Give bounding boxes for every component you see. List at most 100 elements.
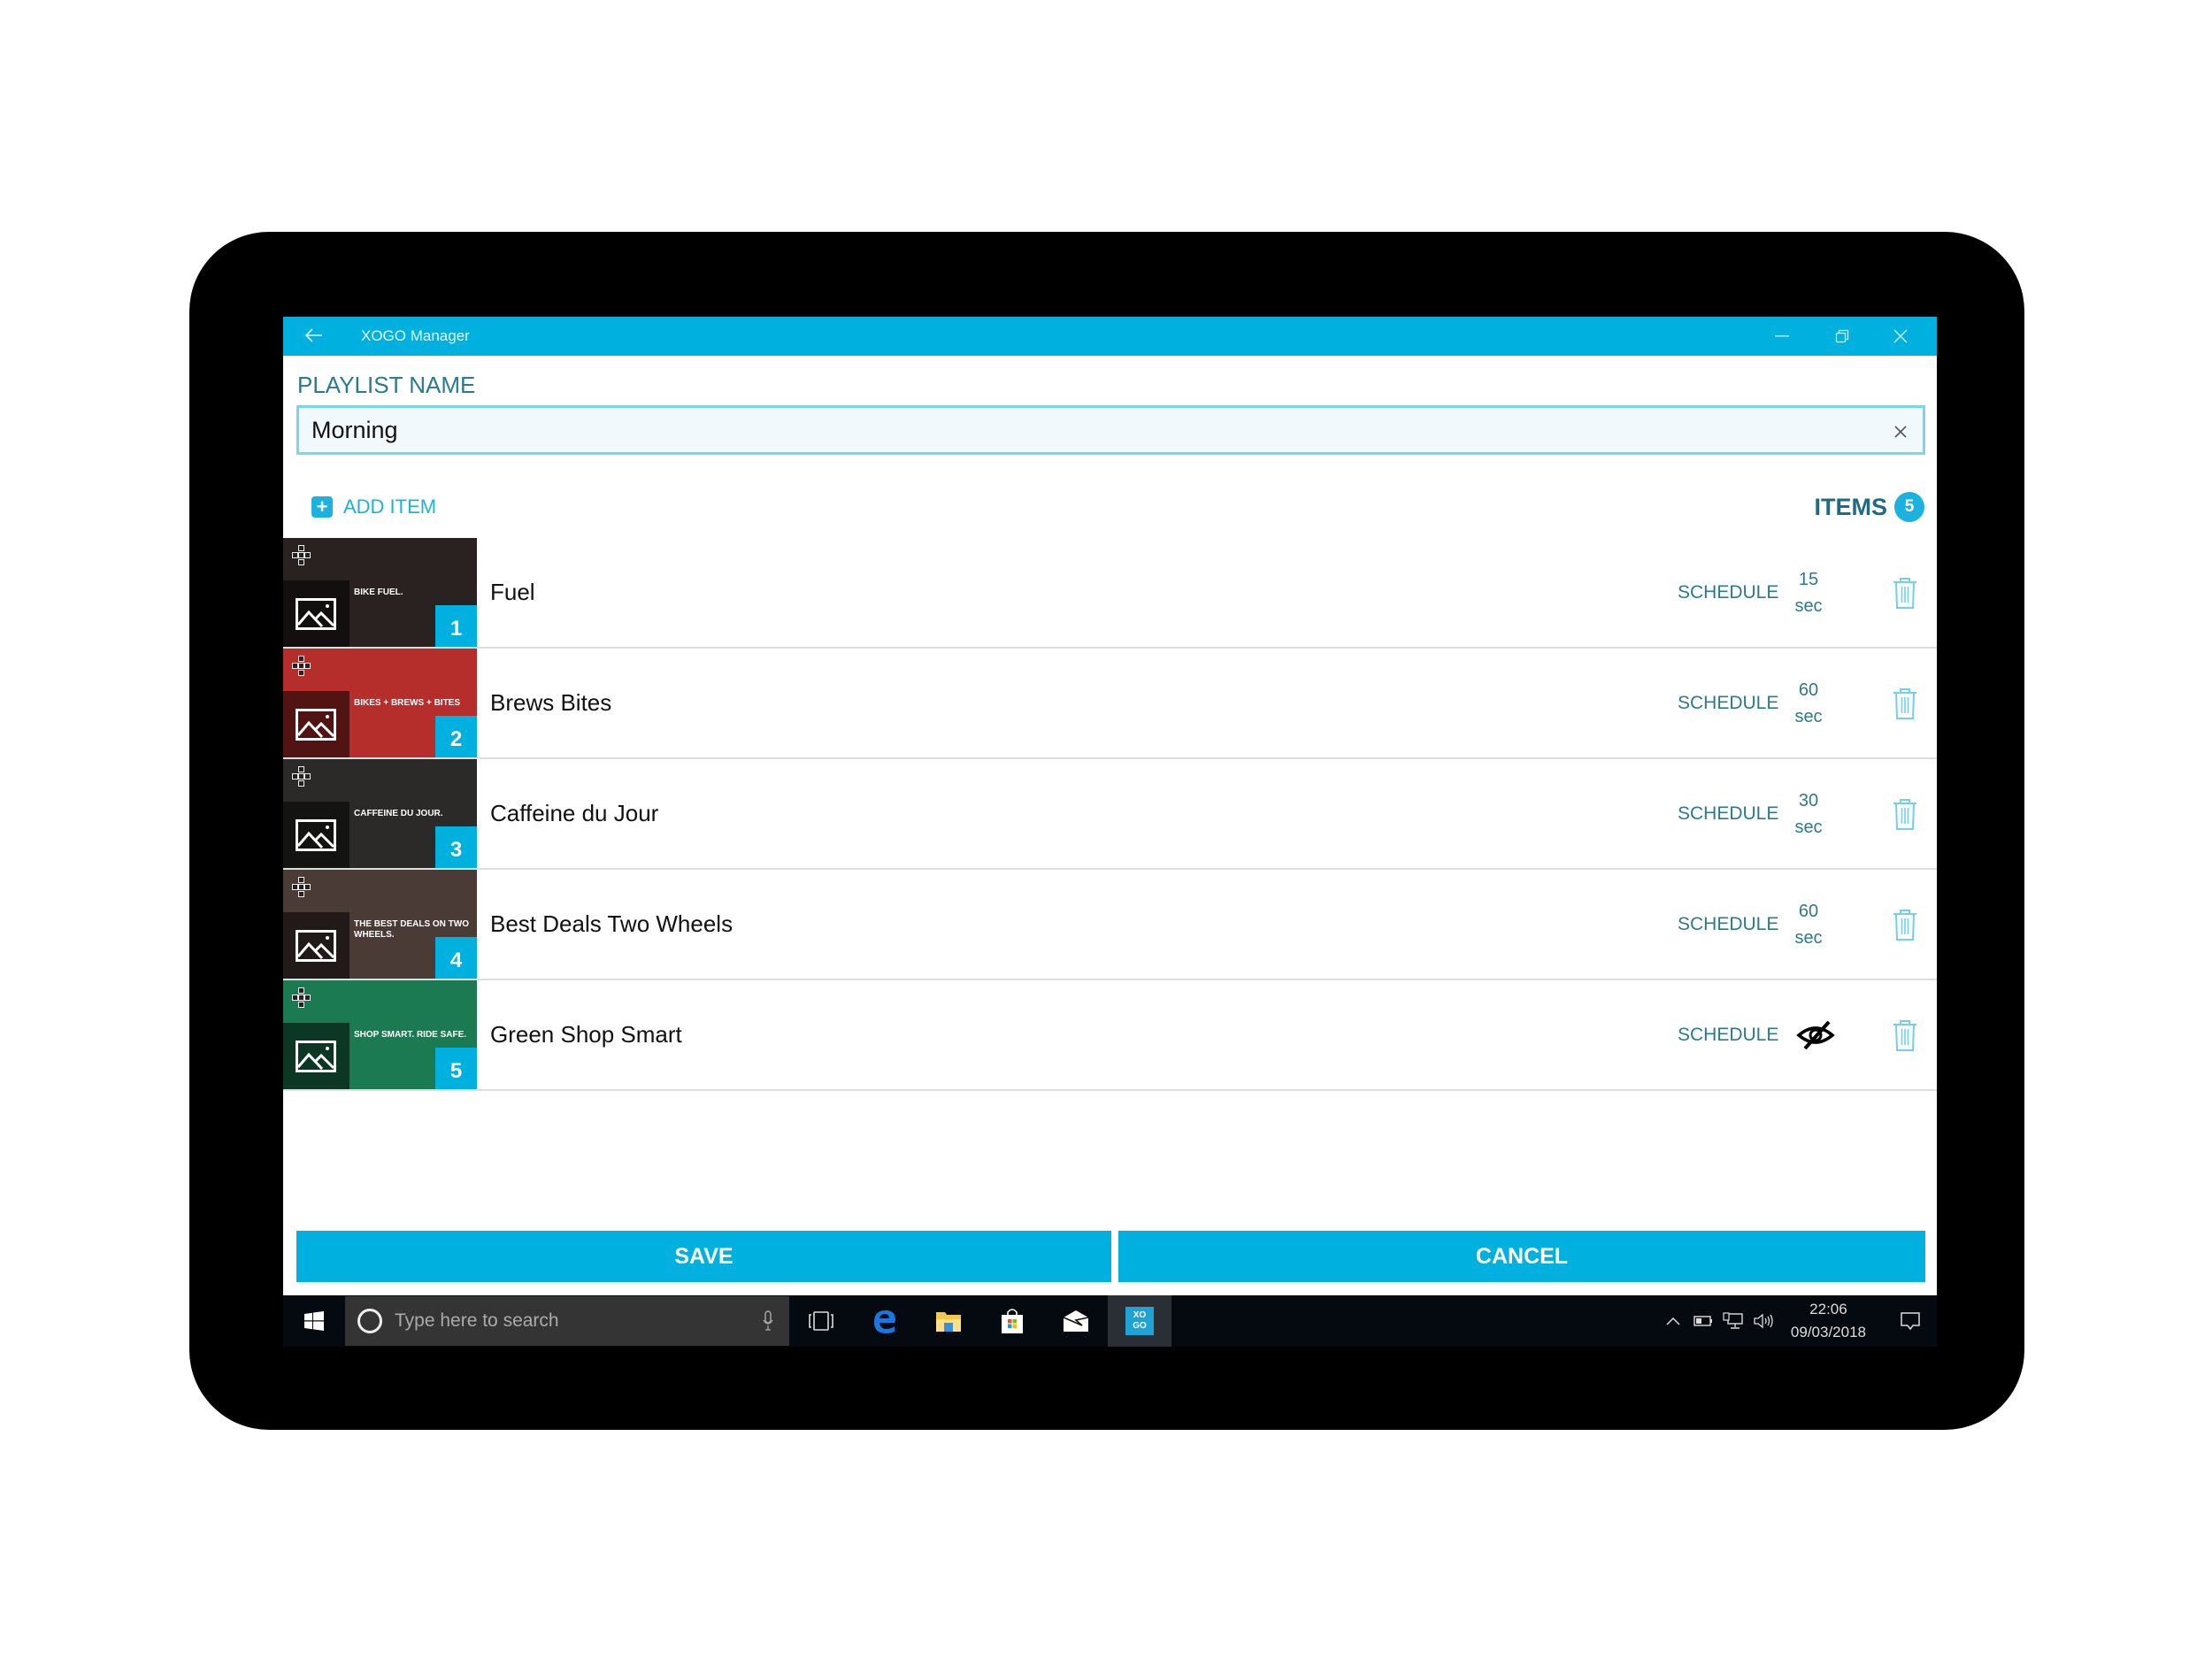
close-window-button[interactable] [1871, 317, 1930, 356]
item-thumbnail[interactable]: THE BEST DEALS ON TWO WHEELS. 4 [283, 870, 477, 979]
delete-button[interactable] [1891, 1018, 1919, 1052]
network-icon [1723, 1312, 1743, 1329]
item-duration[interactable]: 60 sec [1787, 677, 1830, 730]
trash-icon [1891, 687, 1919, 724]
windows-logo-icon [304, 1311, 324, 1331]
playlist-item-row[interactable]: SHOP SMART. RIDE SAFE. 5 Green Shop Smar… [283, 980, 1937, 1091]
brand-logo-icon [292, 987, 311, 1010]
edge-button[interactable] [853, 1295, 917, 1347]
items-label: ITEMS [1814, 493, 1887, 520]
image-type-icon [296, 1041, 336, 1072]
item-number-badge: 2 [435, 716, 477, 757]
file-explorer-button[interactable] [917, 1295, 980, 1347]
clock-date: 09/03/2018 [1790, 1324, 1866, 1340]
playlist-name-label: PLAYLIST NAME [297, 372, 476, 398]
save-button[interactable]: SAVE [296, 1231, 1111, 1282]
delete-button[interactable] [1891, 797, 1919, 831]
schedule-button[interactable]: SCHEDULE [1678, 914, 1778, 935]
playlist-name-field[interactable] [296, 405, 1925, 455]
minimize-button[interactable] [1753, 317, 1811, 356]
xogo-app-icon: XO GO [1125, 1307, 1154, 1335]
plus-icon: + [311, 496, 333, 518]
trash-icon [1891, 577, 1919, 613]
taskbar-clock[interactable]: 22:06 09/03/2018 [1791, 1298, 1866, 1344]
thumbnail-caption: BIKES + BREWS + BITES [354, 698, 461, 708]
trash-icon [1891, 909, 1919, 945]
restore-button[interactable] [1813, 317, 1871, 356]
taskbar-search-box[interactable]: Type here to search [345, 1296, 789, 1346]
item-duration[interactable]: 15 sec [1787, 566, 1830, 619]
network-button[interactable] [1718, 1312, 1748, 1330]
hidden-eye-off-icon[interactable] [1796, 1019, 1835, 1051]
cortana-icon [357, 1309, 382, 1333]
clear-input-button[interactable] [1878, 417, 1923, 444]
playlist-item-row[interactable]: BIKE FUEL. 1 Fuel SCHEDULE 15 sec [283, 538, 1937, 649]
item-number-badge: 4 [435, 937, 477, 979]
item-duration[interactable]: 30 sec [1787, 787, 1830, 841]
image-type-icon [296, 930, 336, 962]
restore-icon [1835, 329, 1849, 343]
volume-icon [1754, 1313, 1773, 1329]
delete-button[interactable] [1891, 687, 1919, 720]
start-button[interactable] [283, 1295, 345, 1347]
thumbnail-caption: BIKE FUEL. [354, 588, 403, 597]
close-icon [1893, 329, 1908, 343]
delete-button[interactable] [1891, 908, 1919, 941]
clock-time: 22:06 [1809, 1301, 1847, 1317]
item-number-badge: 5 [435, 1048, 477, 1089]
file-explorer-icon [936, 1312, 961, 1332]
show-hidden-icons-button[interactable] [1658, 1317, 1688, 1325]
playlist-item-row[interactable]: THE BEST DEALS ON TWO WHEELS. 4 Best Dea… [283, 870, 1937, 980]
image-type-icon [296, 819, 336, 851]
playlist-item-row[interactable]: BIKES + BREWS + BITES 2 Brews Bites SCHE… [283, 649, 1937, 759]
edge-icon [874, 1310, 895, 1333]
store-button[interactable] [980, 1295, 1044, 1347]
delete-button[interactable] [1891, 576, 1919, 610]
thumbnail-caption: SHOP SMART. RIDE SAFE. [354, 1030, 467, 1040]
windows-taskbar: Type here to search XO GO 22:06 09/03/20… [283, 1295, 1937, 1347]
add-item-button[interactable]: + ADD ITEM [311, 495, 436, 518]
app-screen: XOGO Manager PLAYLIST NAME + ADD ITEM IT… [283, 317, 1937, 1347]
schedule-button[interactable]: SCHEDULE [1678, 693, 1778, 714]
notification-icon [1901, 1312, 1920, 1331]
back-arrow-icon[interactable] [283, 325, 345, 348]
search-placeholder: Type here to search [395, 1310, 559, 1331]
battery-button[interactable] [1688, 1316, 1718, 1326]
items-count: ITEMS 5 [1814, 492, 1924, 522]
schedule-button[interactable]: SCHEDULE [1678, 582, 1778, 603]
xogo-app-button[interactable]: XO GO [1108, 1295, 1171, 1347]
minimize-icon [1775, 335, 1789, 337]
task-view-button[interactable] [789, 1295, 853, 1347]
item-thumbnail[interactable]: SHOP SMART. RIDE SAFE. 5 [283, 980, 477, 1089]
thumbnail-caption: CAFFEINE DU JOUR. [354, 809, 443, 818]
mail-button[interactable] [1044, 1295, 1108, 1347]
microphone-icon[interactable] [763, 1310, 773, 1332]
clear-x-icon [1894, 425, 1907, 438]
playlist-items-list: BIKE FUEL. 1 Fuel SCHEDULE 15 sec BIKES +… [283, 538, 1937, 1091]
mail-icon [1063, 1310, 1089, 1332]
trash-icon [1891, 1019, 1919, 1056]
image-type-icon [296, 709, 336, 741]
item-thumbnail[interactable]: BIKE FUEL. 1 [283, 538, 477, 647]
battery-icon [1694, 1316, 1712, 1326]
brand-logo-icon [292, 545, 311, 568]
add-item-label: ADD ITEM [343, 495, 437, 518]
store-icon [1002, 1309, 1023, 1333]
item-number-badge: 1 [435, 605, 477, 647]
playlist-item-row[interactable]: CAFFEINE DU JOUR. 3 Caffeine du Jour SCH… [283, 759, 1937, 870]
schedule-button[interactable]: SCHEDULE [1678, 803, 1778, 825]
brand-logo-icon [292, 656, 311, 679]
volume-button[interactable] [1748, 1312, 1778, 1330]
action-center-button[interactable] [1884, 1311, 1937, 1331]
chevron-up-icon [1666, 1317, 1680, 1325]
trash-icon [1891, 798, 1919, 834]
item-thumbnail[interactable]: CAFFEINE DU JOUR. 3 [283, 759, 477, 868]
playlist-name-input[interactable] [299, 416, 1878, 444]
cancel-button[interactable]: CANCEL [1118, 1231, 1925, 1282]
item-thumbnail[interactable]: BIKES + BREWS + BITES 2 [283, 649, 477, 757]
task-view-icon [809, 1311, 833, 1331]
brand-logo-icon [292, 877, 311, 900]
item-duration[interactable]: 60 sec [1787, 898, 1830, 951]
schedule-button[interactable]: SCHEDULE [1678, 1025, 1778, 1046]
system-tray: 22:06 09/03/2018 [1658, 1295, 1937, 1347]
